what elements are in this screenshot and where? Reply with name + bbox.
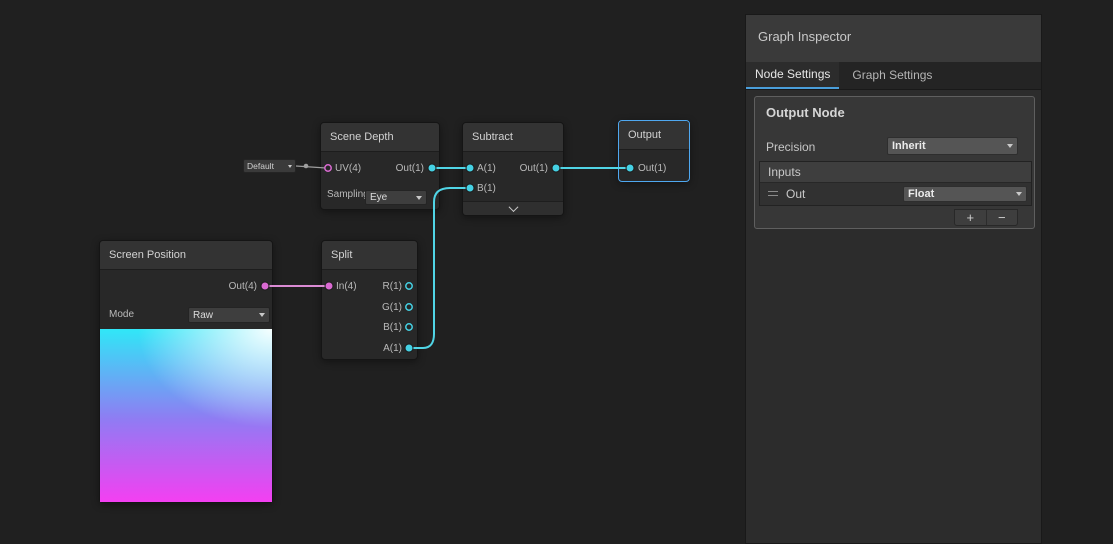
- dropdown-arrow-icon: [288, 164, 292, 168]
- settings-title: Output Node: [766, 105, 845, 120]
- port-label-a1: A(1): [477, 163, 496, 174]
- dropdown-arrow-icon: [1007, 144, 1013, 148]
- precision-label: Precision: [766, 140, 816, 154]
- port-label-in4: In(4): [336, 281, 357, 292]
- remove-input-button[interactable]: −: [985, 210, 1018, 225]
- dropdown-arrow-icon: [259, 313, 265, 317]
- port-label-out1: Out(1): [519, 163, 548, 174]
- dropdown-arrow-icon: [1016, 192, 1022, 196]
- port-label-out4: Out(4): [228, 281, 257, 292]
- sampling-dropdown[interactable]: Eye: [365, 190, 427, 205]
- input-type-dropdown[interactable]: Float: [903, 186, 1027, 202]
- node-title: Scene Depth: [321, 123, 439, 152]
- port-label-out1: Out(1): [395, 163, 424, 174]
- inputs-header: Inputs: [760, 162, 1031, 183]
- inputs-list-footer: + −: [954, 209, 1018, 226]
- node-scene-depth[interactable]: Scene Depth UV(4) Out(1) Sampling Eye: [320, 122, 440, 210]
- node-title: Subtract: [463, 123, 563, 152]
- wire-split-a-to-subtract-b[interactable]: [409, 187, 470, 349]
- inspector-tab-bar: Node Settings Graph Settings: [746, 62, 1041, 90]
- port-label-r1: R(1): [382, 281, 402, 292]
- node-title: Screen Position: [100, 241, 272, 270]
- mode-dropdown[interactable]: Raw: [188, 307, 270, 323]
- mode-label: Mode: [109, 309, 135, 320]
- add-input-button[interactable]: +: [955, 210, 986, 225]
- node-split[interactable]: Split In(4) R(1) G(1) B(1) A(1): [321, 240, 418, 360]
- uv-default-dropdown[interactable]: Default: [243, 159, 296, 173]
- port-label-out1: Out(1): [638, 163, 667, 174]
- input-name: Out: [786, 187, 806, 201]
- tab-graph-settings[interactable]: Graph Settings: [843, 62, 941, 89]
- node-title: Split: [322, 241, 417, 270]
- port-label-uv4: UV(4): [335, 163, 362, 174]
- port-label-b1: B(1): [383, 322, 402, 333]
- node-output[interactable]: Output Out(1): [618, 120, 690, 182]
- chevron-down-icon: [508, 202, 518, 213]
- input-row-out[interactable]: Out Float: [760, 183, 1031, 205]
- node-title: Output: [619, 121, 689, 150]
- node-preview-gradient: [100, 329, 272, 502]
- precision-dropdown[interactable]: Inherit: [887, 137, 1018, 155]
- port-label-a1: A(1): [383, 343, 402, 354]
- tab-node-settings[interactable]: Node Settings: [746, 62, 840, 89]
- dropdown-arrow-icon: [416, 195, 422, 200]
- graph-inspector-panel: Graph Inspector Node Settings Graph Sett…: [745, 14, 1042, 544]
- node-subtract[interactable]: Subtract A(1) B(1) Out(1): [462, 122, 564, 216]
- shader-graph-canvas[interactable]: Screen Position Out(4) Mode Raw Split In…: [0, 0, 1113, 544]
- sampling-label: Sampling: [327, 189, 365, 200]
- collapse-preview-button[interactable]: [463, 201, 563, 215]
- port-label-b1: B(1): [477, 183, 496, 194]
- inputs-list: Inputs Out Float: [759, 161, 1032, 206]
- port-label-g1: G(1): [382, 302, 402, 313]
- default-value-dot: [303, 163, 309, 169]
- drag-handle-icon[interactable]: [768, 191, 778, 196]
- node-screen-position[interactable]: Screen Position Out(4) Mode Raw: [99, 240, 273, 503]
- inspector-title[interactable]: Graph Inspector: [746, 15, 1041, 62]
- output-node-settings: Output Node Precision Inherit Inputs Out…: [754, 96, 1035, 229]
